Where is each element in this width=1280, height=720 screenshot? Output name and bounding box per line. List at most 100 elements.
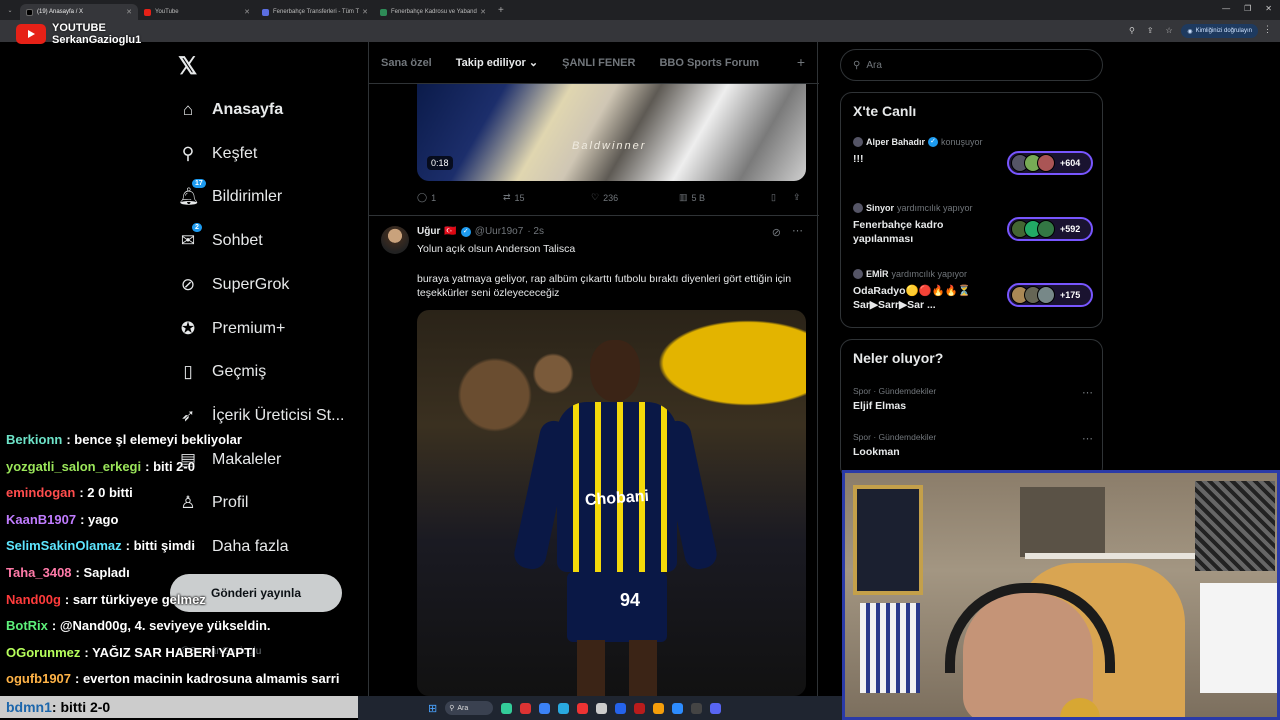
sidebar-item-grok[interactable]: ⊘ SuperGrok: [178, 275, 290, 295]
webcam-overlay: [842, 470, 1280, 720]
player-shorts: [567, 572, 667, 642]
chat-text: : sarr türkiyeye gelmez: [64, 591, 206, 607]
shelf: [1025, 553, 1195, 559]
taskbar-search[interactable]: ⚲ Ara: [445, 701, 494, 715]
folder-icon[interactable]: [653, 702, 665, 714]
tab-sana-ozel[interactable]: Sana özel: [369, 57, 444, 69]
browser-menu-icon[interactable]: ⋮: [1263, 24, 1272, 35]
sidebar-item-bell[interactable]: 🔔︎ 17 Bildirimler: [178, 179, 282, 207]
chevron-down-icon: ⌄: [528, 57, 539, 69]
close-icon[interactable]: ✕: [126, 8, 132, 16]
views-button[interactable]: ▥ 5 B: [679, 192, 771, 203]
search-input[interactable]: ⚲ Ara: [840, 49, 1103, 81]
tab-bbo-sports-forum[interactable]: BBO Sports Forum: [647, 57, 771, 69]
tab-search-icon[interactable]: ⌄: [0, 7, 20, 14]
tweet-time[interactable]: · 2s: [527, 226, 544, 237]
reply-count: 1: [431, 192, 437, 203]
netflix-icon[interactable]: [634, 702, 646, 714]
player-legs: [577, 640, 657, 696]
zoom-icon[interactable]: ⚲: [1129, 26, 1135, 36]
sidebar-item-bookmark[interactable]: ▯ Geçmiş: [178, 362, 266, 382]
search-icon: ⚲: [181, 143, 195, 163]
author-handle[interactable]: @Uur19o7: [475, 226, 524, 237]
live-host: Alper Bahadır ✓ konuşuyor: [853, 137, 1093, 147]
share-button[interactable]: ⇪: [793, 192, 801, 203]
channel-line1: YOUTUBE: [52, 22, 106, 34]
feed-tabs: Sana özel Takip ediliyor ⌄ ŞANLI FENER B…: [369, 42, 819, 84]
browser-tab-youtube[interactable]: YouTube ✕: [138, 4, 256, 20]
search-icon: ⚲: [853, 59, 861, 71]
close-window-icon[interactable]: ✕: [1265, 4, 1272, 13]
live-space-item[interactable]: Sinyor yardımcılık yapıyor Fenerbahçe kadr…: [853, 203, 1093, 246]
sidebar-item-home[interactable]: ⌂ Anasayfa: [178, 100, 283, 120]
tab-label: YouTube: [155, 9, 179, 15]
close-icon[interactable]: ✕: [480, 8, 486, 16]
trend-item[interactable]: Spor · Gündemdekiler Lookman ⋯: [853, 432, 1093, 458]
browser-tab-x[interactable]: (19) Anasayfa / X ✕: [20, 4, 138, 20]
share-icon[interactable]: ⇪: [1147, 26, 1154, 36]
tab-takip-ediliyor[interactable]: Takip ediliyor ⌄: [444, 56, 550, 69]
zoom-icon[interactable]: [672, 702, 684, 714]
main-feed: Sana özel Takip ediliyor ⌄ ŞANLI FENER B…: [368, 42, 819, 720]
window-controls: — ❐ ✕: [1222, 4, 1272, 13]
browser-tab-transfers[interactable]: Fenerbahçe Transferleri - Tüm T ✕: [256, 4, 374, 20]
avatar: [853, 137, 863, 147]
shield-icon: ◉: [1187, 28, 1193, 35]
avatar[interactable]: [381, 226, 409, 254]
verify-identity-button[interactable]: ◉ Kimliğinizi doğrulayın: [1181, 24, 1258, 38]
chat-text: : bitti 2-0: [51, 699, 111, 715]
heart-icon: ♡: [591, 192, 600, 202]
live-space-item[interactable]: EMİR yardımcılık yapıyor OdaRadyo🟡🔴🔥🔥⏳ Sar…: [853, 269, 1093, 312]
sidebar-item-chat[interactable]: ✉ 2 Sohbet: [178, 223, 263, 251]
live-space-item[interactable]: Alper Bahadır ✓ konuşuyor!!! +604: [853, 137, 1093, 175]
listeners-pill[interactable]: +175: [1007, 283, 1093, 307]
tweet-header: Uğur 🇹🇷 ✓ @Uur19o7 · 2s: [417, 226, 544, 237]
chat-username: KaanB1907: [6, 511, 77, 527]
trend-item[interactable]: Spor · Gündemdekiler Eljif Elmas ⋯: [853, 386, 1093, 412]
chat-message: KaanB1907: yago: [0, 510, 370, 537]
app-icon[interactable]: [596, 702, 608, 714]
verified-icon: ✓: [460, 226, 471, 237]
more-icon[interactable]: ⋯: [1082, 386, 1093, 399]
x-logo-icon[interactable]: 𝕏: [178, 52, 197, 81]
reply-button[interactable]: ◯ 1: [417, 192, 503, 203]
chrome-icon[interactable]: [577, 702, 589, 714]
listener-count: +604: [1060, 158, 1081, 168]
app-icon[interactable]: [691, 702, 703, 714]
grok-icon[interactable]: ⊘: [772, 226, 781, 239]
like-button[interactable]: ♡ 236: [591, 192, 679, 203]
app-icon[interactable]: [539, 702, 551, 714]
discord-icon[interactable]: [710, 702, 722, 714]
app-icon[interactable]: [615, 702, 627, 714]
maximize-icon[interactable]: ❐: [1244, 4, 1251, 13]
star-icon[interactable]: ☆: [1166, 26, 1173, 36]
chat-username: Nand00g: [6, 591, 61, 607]
telegram-icon[interactable]: [558, 702, 570, 714]
windows-start-icon[interactable]: ⊞: [428, 702, 437, 715]
tab-sanli-fener[interactable]: ŞANLI FENER: [550, 57, 647, 69]
home-icon: ⌂: [182, 100, 194, 119]
more-icon[interactable]: ⋯: [1082, 432, 1093, 445]
chat-text: : yago: [80, 511, 119, 527]
chat-highlight-message: bdmn1: bitti 2-0: [0, 696, 358, 718]
app-icon[interactable]: [520, 702, 532, 714]
minimize-icon[interactable]: —: [1222, 4, 1230, 13]
close-icon[interactable]: ✕: [362, 8, 368, 16]
listeners-pill[interactable]: +604: [1007, 151, 1093, 175]
close-icon[interactable]: ✕: [244, 8, 250, 16]
author-name[interactable]: Uğur: [417, 226, 440, 237]
bookmark-button[interactable]: ▯: [771, 192, 793, 203]
listeners-pill[interactable]: +592: [1007, 217, 1093, 241]
chat-message: Taha_3408: Sapladı: [0, 563, 370, 590]
app-icon[interactable]: [501, 702, 513, 714]
sidebar-item-search[interactable]: ⚲ Keşfet: [178, 143, 258, 164]
add-tab-icon[interactable]: +: [797, 54, 805, 70]
tweet-photo[interactable]: Chobani 94: [417, 310, 806, 696]
browser-tab-squad[interactable]: Fenerbahçe Kadrosu ve Yaband ✕: [374, 4, 492, 20]
sidebar-item-rocket[interactable]: ➶ İçerik Üreticisi St...: [178, 406, 345, 426]
repost-button[interactable]: ⇄ 15: [503, 192, 591, 203]
sidebar-item-premium[interactable]: ✪ Premium+: [178, 319, 285, 339]
new-tab-icon[interactable]: +: [498, 5, 504, 16]
tweet-video[interactable]: Baldwinner 0:18: [417, 84, 806, 181]
more-icon[interactable]: ⋯: [792, 224, 803, 237]
